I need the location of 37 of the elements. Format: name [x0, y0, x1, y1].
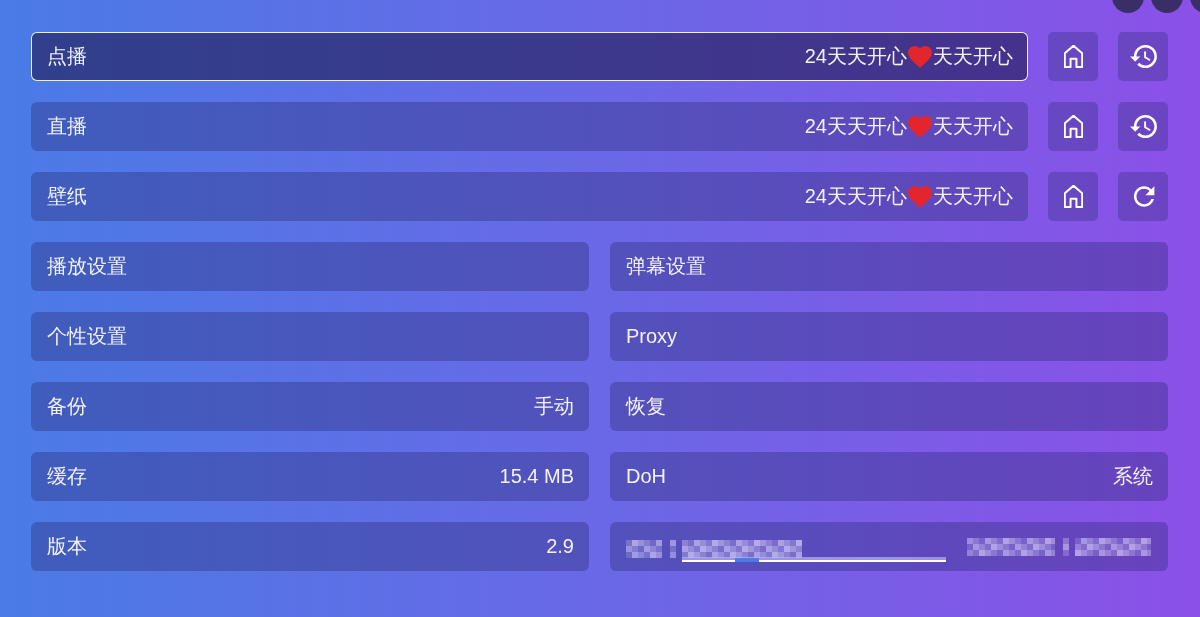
setting-item[interactable]: DoH 系统: [610, 452, 1168, 501]
refresh-button[interactable]: [1118, 172, 1168, 221]
source-value: 24天天开心: [804, 184, 907, 209]
source-item[interactable]: 直播 24天天开心 天天开心: [31, 102, 1028, 151]
home-icon: [1063, 45, 1083, 68]
source-value: 天天开心: [933, 184, 1013, 209]
home-icon: [1063, 115, 1083, 138]
heart-icon: [908, 185, 932, 208]
setting-item[interactable]: 版本 2.9: [31, 522, 589, 571]
setting-value: 15.4 MB: [499, 465, 574, 488]
setting-item[interactable]: 播放设置: [31, 242, 589, 291]
home-button[interactable]: [1048, 102, 1098, 151]
source-value: 24天天开心: [804, 114, 907, 139]
history-button[interactable]: [1118, 102, 1168, 151]
setting-value: 手动: [534, 394, 574, 419]
setting-item[interactable]: 个性设置: [31, 312, 589, 361]
setting-item[interactable]: Proxy: [610, 312, 1168, 361]
heart-icon: [908, 115, 932, 138]
home-icon: [1063, 185, 1083, 208]
heart-icon: [908, 45, 932, 68]
home-button[interactable]: [1048, 32, 1098, 81]
source-value: 天天开心: [933, 44, 1013, 69]
setting-item[interactable]: 备份 手动: [31, 382, 589, 431]
setting-value: 系统: [1113, 464, 1153, 489]
source-value: 天天开心: [933, 114, 1013, 139]
setting-value: 2.9: [546, 535, 574, 558]
source-item[interactable]: 点播 24天天开心 天天开心: [31, 32, 1028, 81]
setting-item[interactable]: 缓存 15.4 MB: [31, 452, 589, 501]
history-button[interactable]: [1118, 32, 1168, 81]
source-value: 24天天开心: [804, 44, 907, 69]
history-icon: [1129, 45, 1157, 68]
history-icon: [1129, 115, 1157, 138]
source-item[interactable]: 壁纸 24天天开心 天天开心: [31, 172, 1028, 221]
home-button[interactable]: [1048, 172, 1098, 221]
setting-item[interactable]: 恢复: [610, 382, 1168, 431]
setting-item[interactable]: [610, 522, 1168, 571]
setting-item[interactable]: 弹幕设置: [610, 242, 1168, 291]
